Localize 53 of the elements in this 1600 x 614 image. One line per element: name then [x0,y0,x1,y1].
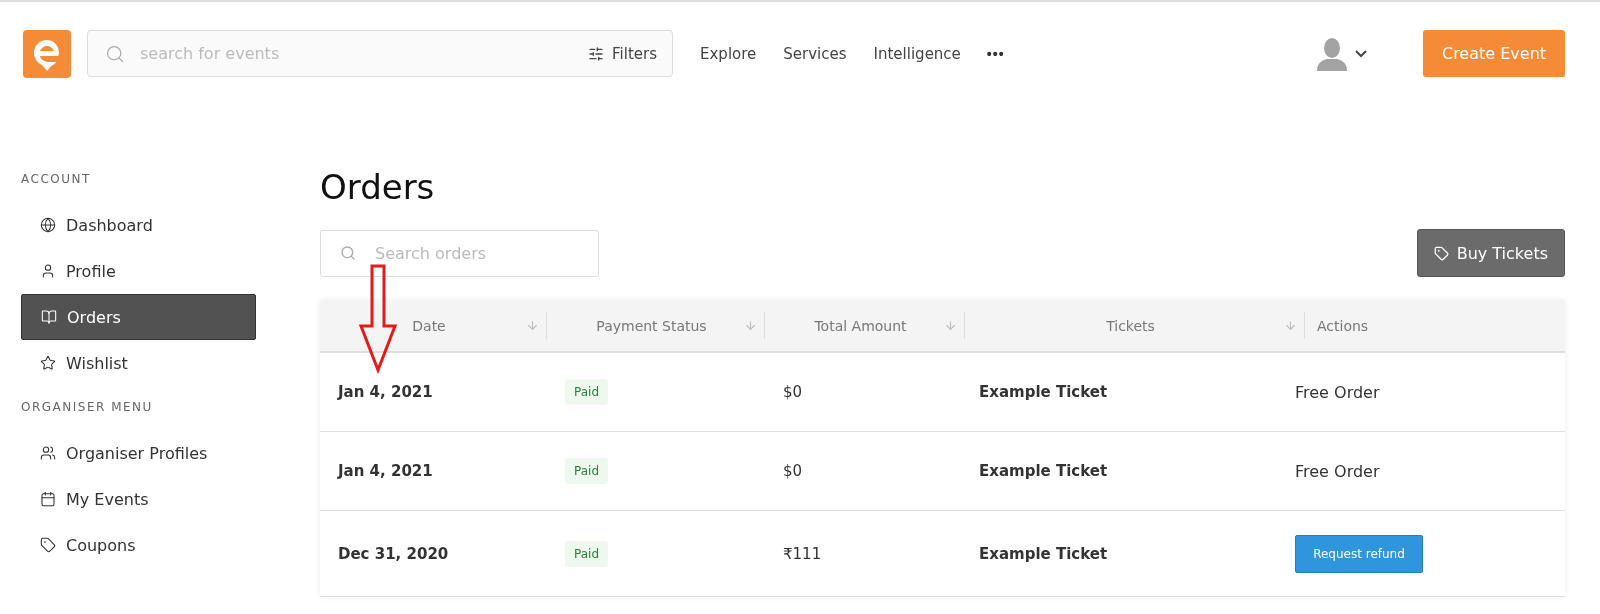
more-button[interactable]: ••• [986,45,1005,62]
action-text: Free Order [1295,382,1381,402]
sidebar-item[interactable]: Orders [21,294,256,340]
nav-link[interactable]: Services [783,44,847,63]
date-cell-text: Dec 31, 2020 [337,544,450,563]
user-icon [40,263,56,279]
chevron-icon [1355,49,1367,58]
nav-link[interactable]: Intelligence [873,44,961,63]
logo-icon[interactable] [23,29,71,78]
filter-icon [588,45,605,62]
tag-icon [40,537,56,553]
ticket-cell-text: Example Ticket [978,544,1109,563]
amount-cell-text: $0 [782,462,804,480]
buy-tickets-button[interactable]: Buy Tickets [1416,229,1565,277]
sort-icon [526,319,539,332]
column-header[interactable]: Date [320,300,547,351]
sidebar-item[interactable]: Coupons [21,522,256,568]
sidebar-item[interactable]: Dashboard [21,202,256,248]
sort-icon [744,319,757,332]
column-header[interactable]: Total Amount [765,300,965,351]
sort-icon [1284,319,1297,332]
sidebar-item[interactable]: My Events [21,476,256,522]
users-icon [40,445,56,461]
calendar-icon [40,491,56,507]
tag-icon [1433,245,1449,261]
section-title: ACCOUNT [21,172,92,188]
column-header[interactable]: Payment Status [547,300,765,351]
globe-icon [40,217,56,233]
status-badge: Paid [565,540,608,567]
search-icon [105,43,125,64]
action-text: Free Order [1295,461,1381,481]
section-title: ORGANISER MENU [21,400,154,416]
amount-cell-text: ₹111 [782,544,823,563]
sidebar-item[interactable]: Organiser Profiles [21,430,256,476]
date-cell-text: Jan 4, 2021 [336,383,434,401]
account-menu-button[interactable] [1317,36,1367,71]
filters-button[interactable]: Filters [588,44,657,63]
sort-icon [944,319,957,332]
search-icon [340,245,356,261]
sidebar-item[interactable]: Profile [21,248,256,294]
nav-link[interactable]: Explore [700,44,757,63]
page-title: Orders [320,167,436,207]
star-icon [40,355,56,371]
date-cell-text: Jan 4, 2021 [336,462,434,480]
book-icon [41,309,57,325]
orders-search-field[interactable]: Search orders [320,229,599,277]
sidebar-item[interactable]: Wishlist [21,340,256,386]
status-badge: Paid [565,458,608,484]
column-header[interactable]: Actions [1305,300,1565,351]
status-badge: Paid [565,379,608,405]
column-header[interactable]: Tickets [965,300,1305,351]
avatar-icon [1317,36,1347,71]
amount-cell-text: $0 [782,383,804,401]
